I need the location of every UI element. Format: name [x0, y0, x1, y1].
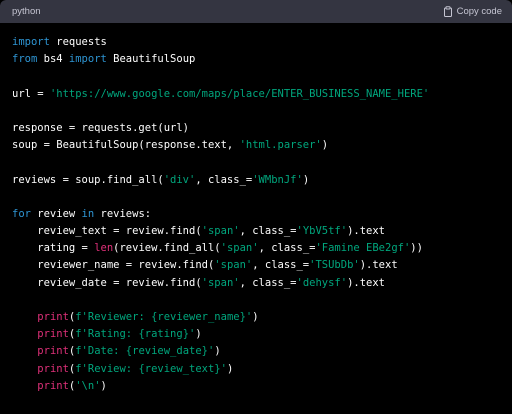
code-token: 'span' [201, 276, 240, 289]
code-token: soup = BeautifulSoup(response.text, [12, 139, 240, 152]
code-token: import [68, 53, 107, 66]
code-area[interactable]: import requests from bs4 import Beautiful… [12, 34, 500, 414]
code-token: ) [214, 345, 221, 358]
code-token: in [81, 207, 95, 220]
code-line: print(f'Reviewer: {reviewer_name}') [12, 309, 500, 326]
code-line: rating = len(review.find_all('span', cla… [12, 240, 500, 257]
code-token: f'Reviewer: {reviewer_name}' [75, 311, 253, 323]
code-line: review_date = review.find('span', class_… [12, 275, 500, 292]
code-token: ) [302, 173, 310, 186]
code-token: ) [321, 139, 329, 152]
code-token: ).text [359, 259, 398, 272]
code-token: rating = [12, 242, 95, 255]
code-token: for [12, 207, 31, 220]
code-token: f'Date: {review_date}' [75, 345, 215, 358]
code-token: import [12, 36, 50, 48]
code-token: , class_= [258, 242, 316, 255]
code-token: review [30, 207, 82, 220]
code-token: , class_= [252, 259, 310, 272]
code-token: BeautifulSoup [106, 53, 196, 66]
code-token: , class_= [195, 173, 253, 186]
code-token: f'Rating: {rating}' [75, 328, 196, 341]
code-line: reviewer_name = review.find('span', clas… [12, 257, 500, 274]
code-token: reviews = soup.find_all( [12, 173, 164, 186]
code-token: reviews: [94, 207, 152, 220]
code-token: from [12, 53, 38, 66]
code-token: ) [100, 379, 107, 392]
code-block: python Copy code import requests from bs4… [0, 0, 512, 414]
code-token: 'https://www.google.com/maps/place/ENTER… [49, 87, 430, 100]
code-token: 'TSUbDb' [309, 259, 360, 272]
copy-code-button[interactable]: Copy code [443, 4, 502, 19]
copy-code-label: Copy code [456, 6, 502, 17]
code-token: , class_= [239, 225, 297, 238]
code-line: response = requests.get(url) [12, 120, 500, 137]
code-token: 'html.parser' [239, 139, 322, 152]
code-token: review_text = review.find( [12, 225, 202, 238]
code-token: 'span' [214, 259, 253, 272]
code-token: 'YbV5tf' [296, 225, 348, 238]
code-token: 'div' [163, 173, 196, 186]
code-token: print [37, 345, 69, 358]
code-token: ).text [347, 276, 386, 289]
code-token: print [37, 311, 69, 323]
code-line: from bs4 import BeautifulSoup [12, 51, 500, 68]
code-token: url = [12, 87, 50, 100]
code-token: 'span' [201, 225, 240, 238]
code-token: print [37, 328, 69, 341]
code-line: soup = BeautifulSoup(response.text, 'htm… [12, 137, 500, 154]
code-line: print('\n') [12, 378, 500, 395]
language-label: python [12, 6, 41, 17]
code-line: print(f'Rating: {rating}') [12, 326, 500, 343]
code-token: review_date = review.find( [12, 276, 202, 289]
code-line: reviews = soup.find_all('div', class_='W… [12, 172, 500, 189]
code-token: (review.find_all( [113, 242, 221, 255]
code-line: print(f'Review: {review_text}') [12, 361, 500, 378]
code-line: url = 'https://www.google.com/maps/place… [12, 86, 500, 103]
code-token: response = requests.get(url) [12, 121, 190, 134]
code-token: f'Review: {review_text}' [75, 362, 227, 375]
code-line: for review in reviews: [12, 206, 500, 223]
code-token: '\n' [75, 379, 101, 392]
code-token: )) [410, 242, 423, 255]
code-token: print [37, 362, 69, 375]
code-token: 'WMbnJf' [252, 173, 303, 186]
code-token: 'Famine EBe2gf' [315, 242, 411, 255]
code-token: ).text [347, 225, 386, 238]
code-line: print(f'Date: {review_date}') [12, 343, 500, 360]
code-token: bs4 [37, 53, 69, 66]
code-token: 'dehysf' [296, 276, 348, 289]
code-token: len [94, 242, 114, 255]
code-line: import requests [12, 34, 500, 51]
code-token: ) [195, 328, 202, 341]
code-token: ) [252, 311, 259, 323]
code-token: print [37, 379, 69, 392]
code-token: reviewer_name = review.find( [12, 259, 215, 272]
code-line: review_text = review.find('span', class_… [12, 223, 500, 240]
code-token: requests [49, 36, 107, 48]
code-header: python Copy code [0, 0, 512, 23]
code-token: ) [226, 362, 234, 375]
code-token: , class_= [239, 276, 297, 289]
code-token: 'span' [220, 242, 259, 255]
clipboard-icon [443, 6, 453, 17]
